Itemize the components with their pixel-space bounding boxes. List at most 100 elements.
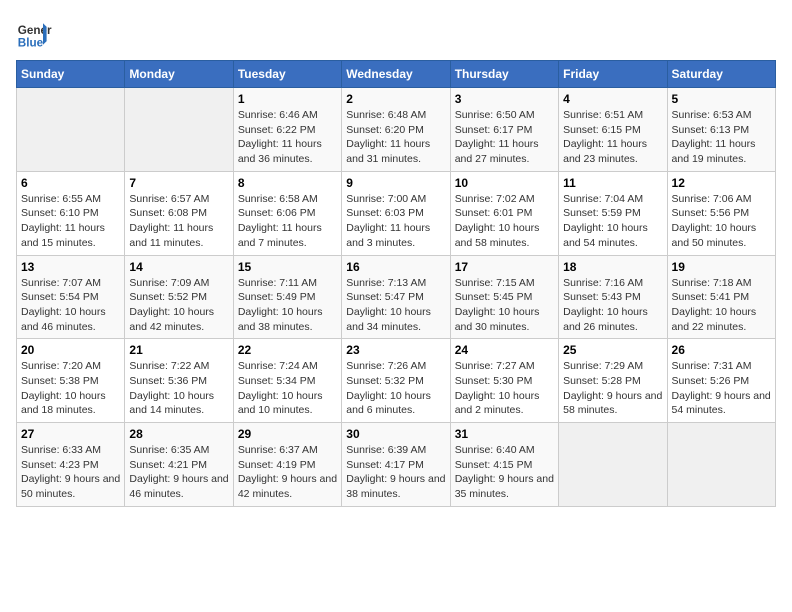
calendar-cell: 21Sunrise: 7:22 AM Sunset: 5:36 PM Dayli… bbox=[125, 339, 233, 423]
day-info: Sunrise: 6:55 AM Sunset: 6:10 PM Dayligh… bbox=[21, 192, 120, 251]
logo: General Blue bbox=[16, 16, 52, 52]
day-info: Sunrise: 7:04 AM Sunset: 5:59 PM Dayligh… bbox=[563, 192, 662, 251]
day-number: 25 bbox=[563, 343, 662, 357]
calendar-cell: 26 Sunrise: 7:31 AM Sunset: 5:26 PM Dayli… bbox=[667, 339, 775, 423]
calendar-table: SundayMondayTuesdayWednesdayThursdayFrid… bbox=[16, 60, 776, 507]
day-number: 10 bbox=[455, 176, 554, 190]
calendar-cell: 11 Sunrise: 7:04 AM Sunset: 5:59 PM Dayli… bbox=[559, 171, 667, 255]
day-info: Sunrise: 7:16 AM Sunset: 5:43 PM Dayligh… bbox=[563, 276, 662, 335]
day-info: Sunrise: 7:22 AM Sunset: 5:36 PM Dayligh… bbox=[129, 359, 228, 418]
day-number: 4 bbox=[563, 92, 662, 106]
day-number: 27 bbox=[21, 427, 120, 441]
day-info: Sunrise: 6:40 AM Sunset: 4:15 PM Dayligh… bbox=[455, 443, 554, 502]
day-number: 23 bbox=[346, 343, 445, 357]
day-number: 15 bbox=[238, 260, 337, 274]
calendar-cell: 30 Sunrise: 6:39 AM Sunset: 4:17 PM Dayli… bbox=[342, 423, 450, 507]
day-info: Sunrise: 6:33 AM Sunset: 4:23 PM Dayligh… bbox=[21, 443, 120, 502]
day-info: Sunrise: 6:50 AM Sunset: 6:17 PM Dayligh… bbox=[455, 108, 554, 167]
day-info: Sunrise: 6:35 AM Sunset: 4:21 PM Dayligh… bbox=[129, 443, 228, 502]
day-info: Sunrise: 7:26 AM Sunset: 5:32 PM Dayligh… bbox=[346, 359, 445, 418]
calendar-cell: 7 Sunrise: 6:57 AM Sunset: 6:08 PM Daylig… bbox=[125, 171, 233, 255]
calendar-cell bbox=[125, 88, 233, 172]
day-info: Sunrise: 7:27 AM Sunset: 5:30 PM Dayligh… bbox=[455, 359, 554, 418]
day-info: Sunrise: 7:18 AM Sunset: 5:41 PM Dayligh… bbox=[672, 276, 771, 335]
day-info: Sunrise: 7:02 AM Sunset: 6:01 PM Dayligh… bbox=[455, 192, 554, 251]
day-header-tuesday: Tuesday bbox=[233, 61, 341, 88]
day-number: 30 bbox=[346, 427, 445, 441]
day-number: 6 bbox=[21, 176, 120, 190]
day-number: 22 bbox=[238, 343, 337, 357]
calendar-week-3: 13 Sunrise: 7:07 AM Sunset: 5:54 PM Dayli… bbox=[17, 255, 776, 339]
calendar-cell: 28 Sunrise: 6:35 AM Sunset: 4:21 PM Dayli… bbox=[125, 423, 233, 507]
day-info: Sunrise: 6:46 AM Sunset: 6:22 PM Dayligh… bbox=[238, 108, 337, 167]
day-number: 19 bbox=[672, 260, 771, 274]
day-info: Sunrise: 6:58 AM Sunset: 6:06 PM Dayligh… bbox=[238, 192, 337, 251]
day-number: 12 bbox=[672, 176, 771, 190]
day-number: 18 bbox=[563, 260, 662, 274]
day-number: 5 bbox=[672, 92, 771, 106]
day-number: 20 bbox=[21, 343, 120, 357]
day-info: Sunrise: 7:11 AM Sunset: 5:49 PM Dayligh… bbox=[238, 276, 337, 335]
calendar-cell: 31 Sunrise: 6:40 AM Sunset: 4:15 PM Dayli… bbox=[450, 423, 558, 507]
day-number: 24 bbox=[455, 343, 554, 357]
calendar-cell: 25 Sunrise: 7:29 AM Sunset: 5:28 PM Dayli… bbox=[559, 339, 667, 423]
calendar-cell: 22 Sunrise: 7:24 AM Sunset: 5:34 PM Dayli… bbox=[233, 339, 341, 423]
day-header-monday: Monday bbox=[125, 61, 233, 88]
day-info: Sunrise: 7:20 AM Sunset: 5:38 PM Dayligh… bbox=[21, 359, 120, 418]
day-info: Sunrise: 7:24 AM Sunset: 5:34 PM Dayligh… bbox=[238, 359, 337, 418]
day-info: Sunrise: 6:37 AM Sunset: 4:19 PM Dayligh… bbox=[238, 443, 337, 502]
calendar-cell: 13 Sunrise: 7:07 AM Sunset: 5:54 PM Dayli… bbox=[17, 255, 125, 339]
day-header-wednesday: Wednesday bbox=[342, 61, 450, 88]
calendar-cell: 3 Sunrise: 6:50 AM Sunset: 6:17 PM Daylig… bbox=[450, 88, 558, 172]
calendar-cell: 12 Sunrise: 7:06 AM Sunset: 5:56 PM Dayli… bbox=[667, 171, 775, 255]
day-header-thursday: Thursday bbox=[450, 61, 558, 88]
calendar-cell: 2Sunrise: 6:48 AM Sunset: 6:20 PM Daylig… bbox=[342, 88, 450, 172]
svg-text:General: General bbox=[18, 24, 52, 37]
day-number: 3 bbox=[455, 92, 554, 106]
calendar-cell: 16Sunrise: 7:13 AM Sunset: 5:47 PM Dayli… bbox=[342, 255, 450, 339]
calendar-cell: 14Sunrise: 7:09 AM Sunset: 5:52 PM Dayli… bbox=[125, 255, 233, 339]
calendar-cell bbox=[667, 423, 775, 507]
day-info: Sunrise: 6:51 AM Sunset: 6:15 PM Dayligh… bbox=[563, 108, 662, 167]
day-number: 31 bbox=[455, 427, 554, 441]
day-info: Sunrise: 6:57 AM Sunset: 6:08 PM Dayligh… bbox=[129, 192, 228, 251]
day-number: 13 bbox=[21, 260, 120, 274]
day-number: 28 bbox=[129, 427, 228, 441]
day-number: 1 bbox=[238, 92, 337, 106]
day-info: Sunrise: 6:53 AM Sunset: 6:13 PM Dayligh… bbox=[672, 108, 771, 167]
day-info: Sunrise: 7:15 AM Sunset: 5:45 PM Dayligh… bbox=[455, 276, 554, 335]
day-number: 2 bbox=[346, 92, 445, 106]
calendar-cell: 10 Sunrise: 7:02 AM Sunset: 6:01 PM Dayli… bbox=[450, 171, 558, 255]
calendar-cell: 6 Sunrise: 6:55 AM Sunset: 6:10 PM Daylig… bbox=[17, 171, 125, 255]
page-header: General Blue bbox=[16, 16, 776, 52]
day-header-sunday: Sunday bbox=[17, 61, 125, 88]
calendar-cell: 19 Sunrise: 7:18 AM Sunset: 5:41 PM Dayli… bbox=[667, 255, 775, 339]
day-number: 11 bbox=[563, 176, 662, 190]
day-header-saturday: Saturday bbox=[667, 61, 775, 88]
calendar-cell bbox=[17, 88, 125, 172]
day-info: Sunrise: 7:13 AM Sunset: 5:47 PM Dayligh… bbox=[346, 276, 445, 335]
calendar-cell: 4 Sunrise: 6:51 AM Sunset: 6:15 PM Daylig… bbox=[559, 88, 667, 172]
day-number: 9 bbox=[346, 176, 445, 190]
day-info: Sunrise: 7:06 AM Sunset: 5:56 PM Dayligh… bbox=[672, 192, 771, 251]
calendar-cell: 20 Sunrise: 7:20 AM Sunset: 5:38 PM Dayli… bbox=[17, 339, 125, 423]
day-number: 8 bbox=[238, 176, 337, 190]
calendar-week-2: 6 Sunrise: 6:55 AM Sunset: 6:10 PM Daylig… bbox=[17, 171, 776, 255]
calendar-cell: 1 Sunrise: 6:46 AM Sunset: 6:22 PM Daylig… bbox=[233, 88, 341, 172]
svg-text:Blue: Blue bbox=[18, 37, 44, 50]
calendar-cell: 9 Sunrise: 7:00 AM Sunset: 6:03 PM Daylig… bbox=[342, 171, 450, 255]
day-info: Sunrise: 7:00 AM Sunset: 6:03 PM Dayligh… bbox=[346, 192, 445, 251]
day-header-friday: Friday bbox=[559, 61, 667, 88]
day-info: Sunrise: 7:31 AM Sunset: 5:26 PM Dayligh… bbox=[672, 359, 771, 418]
day-number: 26 bbox=[672, 343, 771, 357]
day-info: Sunrise: 6:39 AM Sunset: 4:17 PM Dayligh… bbox=[346, 443, 445, 502]
day-number: 29 bbox=[238, 427, 337, 441]
calendar-cell: 15 Sunrise: 7:11 AM Sunset: 5:49 PM Dayli… bbox=[233, 255, 341, 339]
calendar-cell: 8 Sunrise: 6:58 AM Sunset: 6:06 PM Daylig… bbox=[233, 171, 341, 255]
day-number: 7 bbox=[129, 176, 228, 190]
day-info: Sunrise: 7:29 AM Sunset: 5:28 PM Dayligh… bbox=[563, 359, 662, 418]
day-number: 17 bbox=[455, 260, 554, 274]
logo-icon: General Blue bbox=[16, 16, 52, 52]
calendar-cell: 27 Sunrise: 6:33 AM Sunset: 4:23 PM Dayli… bbox=[17, 423, 125, 507]
day-info: Sunrise: 7:07 AM Sunset: 5:54 PM Dayligh… bbox=[21, 276, 120, 335]
